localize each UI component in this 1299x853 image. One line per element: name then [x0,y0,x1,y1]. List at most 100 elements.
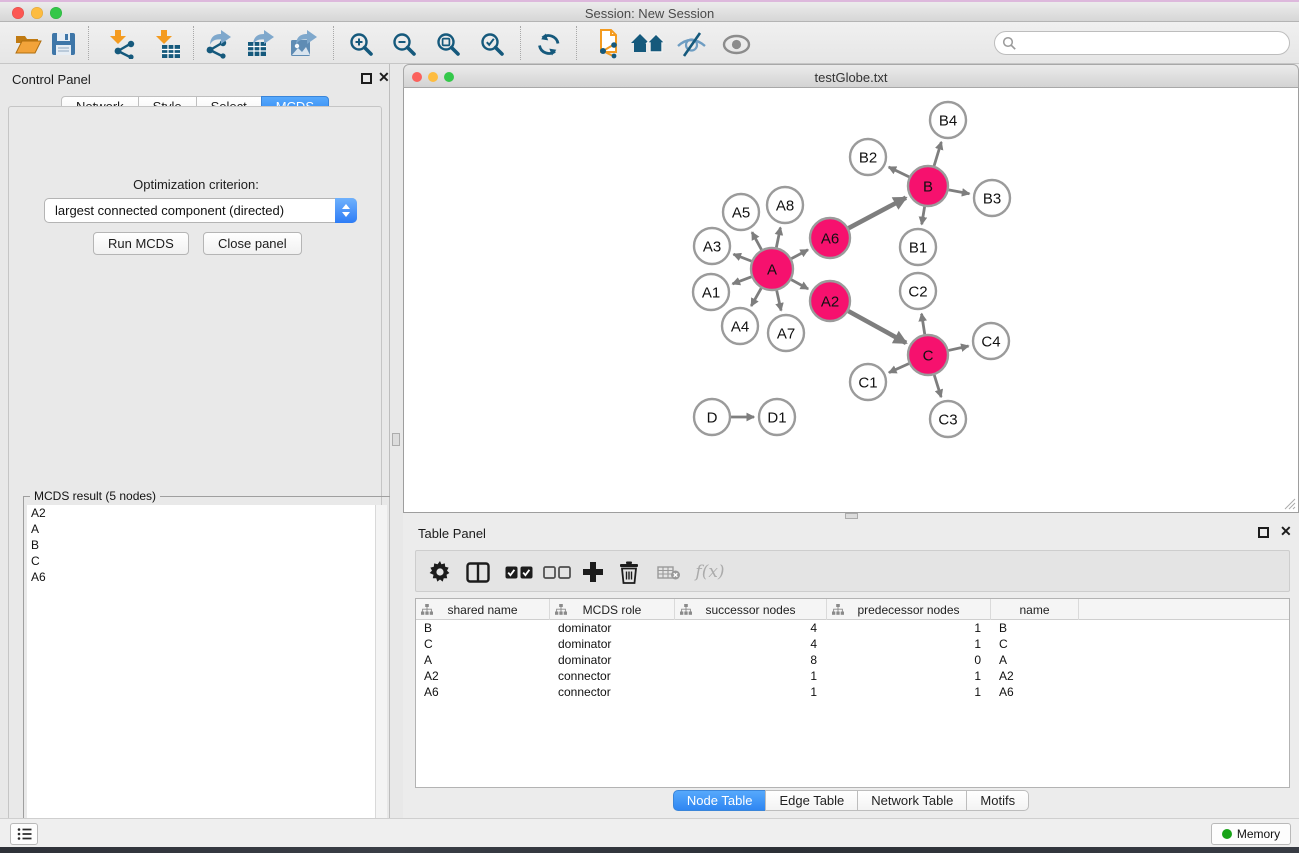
table-cell[interactable]: A2 [991,668,1079,684]
table-cell[interactable]: 1 [827,636,991,652]
zoom-fit-icon[interactable] [434,29,462,59]
float-panel-icon[interactable] [1258,527,1269,538]
graph-edge[interactable] [948,346,968,350]
table-cell[interactable]: B [416,620,550,636]
network-canvas[interactable]: AA1A2A3A4A5A6A7A8BB1B2B3B4CC1C2C3C4DD1 [403,88,1299,513]
result-scrollbar[interactable] [375,505,387,839]
import-table-icon[interactable] [150,29,182,59]
table-cell[interactable]: 1 [827,668,991,684]
table-cell[interactable]: C [991,636,1079,652]
graph-edge[interactable] [889,167,909,177]
table-cell[interactable]: 1 [675,668,827,684]
table-settings-gear-icon[interactable] [428,559,452,585]
graph-edge[interactable] [733,254,751,261]
table-cell[interactable]: 8 [675,652,827,668]
splitter-handle[interactable] [392,433,400,446]
table-cell[interactable]: 1 [675,684,827,700]
table-cell[interactable]: dominator [550,636,675,652]
delete-column-trash-icon[interactable] [618,559,640,585]
graph-edge[interactable] [922,207,925,225]
graph-edge[interactable] [752,232,762,249]
graph-edge[interactable] [791,250,808,259]
table-row[interactable]: Bdominator41B [416,620,1289,636]
graph-edge[interactable] [733,277,752,284]
list-item[interactable]: C [27,553,375,569]
tab-node-table[interactable]: Node Table [673,790,767,811]
list-item[interactable]: A [27,521,375,537]
export-network-icon[interactable] [202,29,234,59]
home-view-icon[interactable] [630,29,666,59]
graph-edge[interactable] [776,228,780,248]
table-cell[interactable]: 4 [675,636,827,652]
table-row[interactable]: A6connector11A6 [416,684,1289,700]
table-cell[interactable]: A2 [416,668,550,684]
table-cell[interactable]: A [991,652,1079,668]
export-image-icon[interactable] [288,29,320,59]
table-row[interactable]: Adominator80A [416,652,1289,668]
table-cell[interactable]: A6 [991,684,1079,700]
tab-network-table[interactable]: Network Table [857,790,967,811]
task-history-button[interactable] [10,823,38,845]
list-item[interactable]: B [27,537,375,553]
search-input[interactable] [1017,34,1289,52]
zoom-in-icon[interactable] [347,29,375,59]
run-mcds-button[interactable]: Run MCDS [93,232,189,255]
list-item[interactable]: A2 [27,505,375,521]
graph-edge[interactable] [934,142,941,166]
list-item[interactable]: A6 [27,569,375,585]
zoom-selected-icon[interactable] [478,29,506,59]
tab-motifs[interactable]: Motifs [966,790,1029,811]
network-graph[interactable]: AA1A2A3A4A5A6A7A8BB1B2B3B4CC1C2C3C4DD1 [404,88,1298,511]
graph-edge[interactable] [949,190,970,194]
save-session-icon[interactable] [50,29,76,59]
float-panel-icon[interactable] [361,73,372,84]
graph-edge[interactable] [922,314,925,335]
table-row[interactable]: A2connector11A2 [416,668,1289,684]
graph-edge[interactable] [849,198,906,228]
resize-grip-icon[interactable] [1284,498,1296,510]
table-cell[interactable]: connector [550,668,675,684]
node-table[interactable]: shared nameMCDS rolesuccessor nodesprede… [415,598,1290,788]
table-cell[interactable]: B [991,620,1079,636]
table-cell[interactable]: 1 [827,684,991,700]
close-panel-icon[interactable]: ✕ [1280,526,1292,537]
mcds-result-list[interactable]: A2ABCA6 [27,505,375,839]
memory-button[interactable]: Memory [1211,823,1291,845]
export-table-icon[interactable] [245,29,277,59]
refresh-icon[interactable] [534,29,563,59]
delete-table-icon[interactable] [656,559,682,585]
table-row[interactable]: Cdominator41C [416,636,1289,652]
table-cell[interactable]: dominator [550,652,675,668]
column-header[interactable]: MCDS role [550,599,675,620]
table-cell[interactable]: A6 [416,684,550,700]
tab-edge-table[interactable]: Edge Table [765,790,858,811]
graph-edge[interactable] [751,288,761,306]
deselect-all-icon[interactable] [542,559,572,585]
graph-edge[interactable] [889,364,909,373]
table-cell[interactable]: A [416,652,550,668]
toolbar-search[interactable] [994,31,1290,55]
add-column-icon[interactable] [580,559,606,585]
import-network-icon[interactable] [104,29,136,59]
graph-edge[interactable] [934,375,941,397]
column-header[interactable]: predecessor nodes [827,599,991,620]
hide-panels-icon[interactable] [674,29,708,59]
table-cell[interactable]: 1 [827,620,991,636]
network-window-titlebar[interactable]: testGlobe.txt [403,64,1299,88]
column-header[interactable]: shared name [416,599,550,620]
show-panels-icon[interactable] [720,29,752,59]
open-session-icon[interactable] [14,29,42,59]
column-browser-icon[interactable] [465,559,491,585]
zoom-out-icon[interactable] [390,29,418,59]
new-session-icon[interactable] [592,29,622,59]
graph-edge[interactable] [791,280,808,289]
column-header[interactable]: name [991,599,1079,620]
close-panel-icon[interactable]: ✕ [378,72,390,83]
table-cell[interactable]: dominator [550,620,675,636]
vertical-splitter[interactable] [390,64,403,818]
column-header[interactable]: successor nodes [675,599,827,620]
criterion-select[interactable]: largest connected component (directed) [44,198,357,223]
table-cell[interactable]: connector [550,684,675,700]
graph-edge[interactable] [777,290,781,310]
table-cell[interactable]: 0 [827,652,991,668]
